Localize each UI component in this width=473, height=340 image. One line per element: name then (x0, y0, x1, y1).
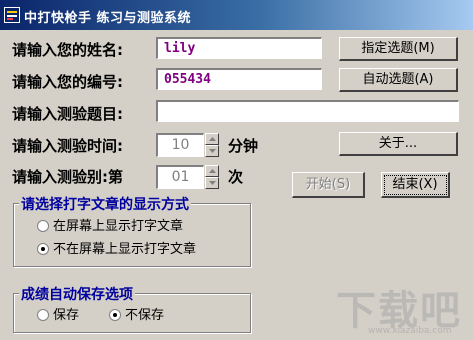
main-window: 中打快枪手 练习与测验系统 请输入您的姓名: lily 指定选题(M) 请输入您… (0, 0, 473, 340)
level-spinner-value[interactable]: 01 (156, 165, 204, 189)
time-label: 请输入测验时间: (12, 137, 123, 155)
id-input[interactable]: 055434 (156, 68, 322, 90)
display-on-screen-radio[interactable]: 在屏幕上显示打字文章 (37, 219, 183, 235)
save-option-group-title: 成绩自动保存选项 (19, 284, 135, 304)
arrow-down-icon (209, 149, 216, 153)
title-bar[interactable]: 中打快枪手 练习与测验系统 (0, 0, 473, 30)
display-mode-group-title: 请选择打字文章的显示方式 (19, 194, 191, 214)
no-save-label: 不保存 (125, 308, 165, 323)
display-on-screen-label: 在屏幕上显示打字文章 (53, 219, 184, 234)
about-button[interactable]: 关于... (339, 132, 458, 156)
display-off-screen-label: 不在屏幕上显示打字文章 (53, 242, 197, 257)
time-unit-label: 分钟 (228, 137, 259, 155)
app-icon (4, 7, 20, 23)
radio-unselected-icon (37, 220, 49, 232)
arrow-up-icon (209, 137, 216, 141)
time-spin-up-button[interactable] (205, 133, 219, 145)
time-spinner-value[interactable]: 10 (156, 133, 204, 157)
level-spin-up-button[interactable] (205, 165, 219, 177)
topic-label: 请输入测验题目: (12, 105, 123, 123)
time-spin-down-button[interactable] (205, 145, 219, 157)
level-spinner-buttons (205, 165, 219, 189)
select-topic-button[interactable]: 指定选题(M) (339, 37, 458, 61)
end-button[interactable]: 结束(X) (381, 172, 450, 198)
window-title: 中打快枪手 练习与测验系统 (24, 11, 192, 26)
arrow-down-icon (209, 181, 216, 185)
watermark-url: www.xiazaiba.com (368, 326, 452, 336)
topic-input[interactable] (156, 100, 459, 122)
radio-selected-icon (109, 309, 121, 321)
display-off-screen-radio[interactable]: 不在屏幕上显示打字文章 (37, 242, 196, 258)
start-button[interactable]: 开始(S) (292, 172, 365, 198)
name-label: 请输入您的姓名: (12, 41, 123, 59)
name-input[interactable]: lily (156, 37, 322, 59)
save-label: 保存 (53, 308, 80, 323)
time-spinner-buttons (205, 133, 219, 157)
level-label: 请输入测验别:第 (12, 168, 123, 186)
level-spin-down-button[interactable] (205, 177, 219, 189)
arrow-up-icon (209, 169, 216, 173)
radio-selected-icon (37, 243, 49, 255)
auto-select-button[interactable]: 自动选题(A) (339, 68, 458, 92)
level-unit-label: 次 (228, 168, 244, 186)
no-save-radio[interactable]: 不保存 (109, 308, 164, 324)
save-radio[interactable]: 保存 (37, 308, 79, 324)
id-label: 请输入您的编号: (12, 73, 123, 91)
radio-unselected-icon (37, 309, 49, 321)
